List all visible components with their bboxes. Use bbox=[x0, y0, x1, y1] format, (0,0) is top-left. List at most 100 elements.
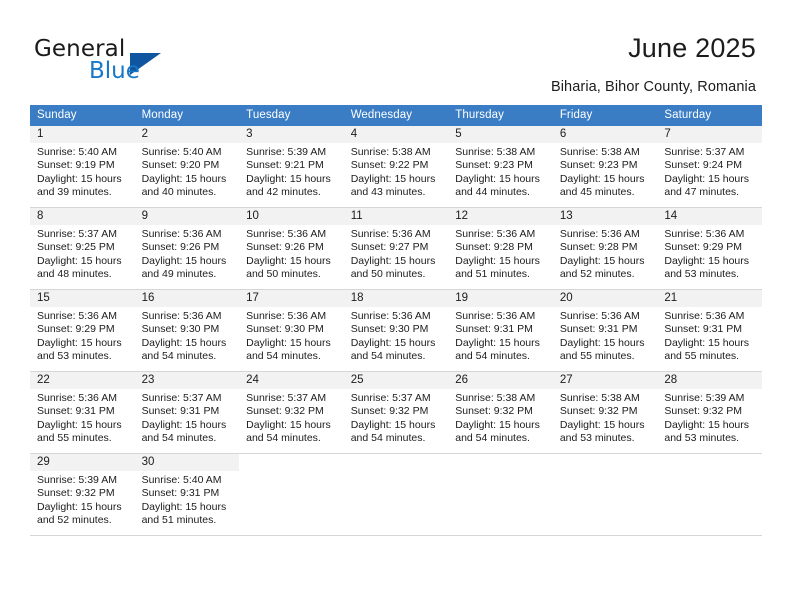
sunrise-text: Sunrise: 5:40 AM bbox=[37, 146, 117, 158]
calendar-day-cell[interactable]: 7 Sunrise: 5:37 AM Sunset: 9:24 PM Daylight… bbox=[657, 126, 762, 208]
day-cell-empty bbox=[657, 454, 762, 536]
sunset-text: Sunset: 9:30 PM bbox=[246, 323, 324, 336]
calendar-day-cell[interactable]: 10 Sunrise: 5:36 AM Sunset: 9:26 PM Dayligh… bbox=[239, 208, 344, 290]
day-number: 4 bbox=[343, 126, 449, 143]
day-number: 29 bbox=[30, 454, 135, 471]
day-details: Sunrise: 5:38 AM Sunset: 9:23 PM Daylight:… bbox=[553, 143, 658, 199]
daylight-text-line1: Daylight: 15 hours bbox=[350, 254, 436, 267]
calendar-day-cell[interactable]: 25 Sunrise: 5:37 AM Sunset: 9:32 PM Dayligh… bbox=[343, 372, 449, 454]
sunrise-text: Sunrise: 5:37 AM bbox=[664, 146, 745, 158]
day-details: Sunrise: 5:40 AM Sunset: 9:31 PM Daylight:… bbox=[135, 471, 240, 527]
calendar-day-cell[interactable]: 14 Sunrise: 5:36 AM Sunset: 9:29 PM Dayligh… bbox=[657, 208, 762, 290]
day-cell-content: 23 Sunrise: 5:37 AM Sunset: 9:31 PM Dayligh… bbox=[134, 372, 240, 454]
calendar-day-cell[interactable] bbox=[552, 454, 658, 536]
calendar-day-cell[interactable]: 21 Sunrise: 5:36 AM Sunset: 9:31 PM Dayligh… bbox=[657, 290, 762, 372]
day-cell-empty bbox=[343, 454, 449, 536]
calendar-day-cell[interactable]: 20 Sunrise: 5:36 AM Sunset: 9:31 PM Dayligh… bbox=[552, 290, 658, 372]
day-details: Sunrise: 5:38 AM Sunset: 9:23 PM Daylight:… bbox=[448, 143, 553, 199]
daylight-text-line2: and 54 minutes. bbox=[246, 431, 321, 444]
day-details: Sunrise: 5:37 AM Sunset: 9:32 PM Daylight:… bbox=[344, 389, 449, 445]
day-cell-content: 17 Sunrise: 5:36 AM Sunset: 9:30 PM Dayligh… bbox=[239, 290, 344, 372]
sunset-text: Sunset: 9:28 PM bbox=[455, 241, 533, 254]
calendar-day-cell[interactable]: 4 Sunrise: 5:38 AM Sunset: 9:22 PM Daylight… bbox=[343, 126, 449, 208]
calendar-day-cell[interactable]: 15 Sunrise: 5:36 AM Sunset: 9:29 PM Dayligh… bbox=[30, 290, 135, 372]
calendar-day-cell[interactable]: 11 Sunrise: 5:36 AM Sunset: 9:27 PM Dayligh… bbox=[343, 208, 449, 290]
day-details: Sunrise: 5:39 AM Sunset: 9:21 PM Daylight:… bbox=[239, 143, 344, 199]
weekday-header-tuesday: Tuesday bbox=[239, 105, 344, 126]
daylight-text-line1: Daylight: 15 hours bbox=[559, 172, 645, 185]
daylight-text-line1: Daylight: 15 hours bbox=[141, 418, 227, 431]
day-number: 30 bbox=[134, 454, 240, 471]
calendar-day-cell[interactable]: 9 Sunrise: 5:36 AM Sunset: 9:26 PM Daylight… bbox=[134, 208, 240, 290]
calendar-day-cell[interactable]: 18 Sunrise: 5:36 AM Sunset: 9:30 PM Dayligh… bbox=[343, 290, 449, 372]
day-details: Sunrise: 5:39 AM Sunset: 9:32 PM Daylight:… bbox=[30, 471, 135, 527]
generalblue-logo[interactable]: General Blue bbox=[34, 36, 214, 84]
calendar-week-row: 8 Sunrise: 5:37 AM Sunset: 9:25 PM Daylight… bbox=[30, 208, 762, 290]
day-cell-content: 30 Sunrise: 5:40 AM Sunset: 9:31 PM Dayligh… bbox=[134, 454, 240, 536]
calendar-day-cell[interactable]: 6 Sunrise: 5:38 AM Sunset: 9:23 PM Daylight… bbox=[552, 126, 658, 208]
calendar-day-cell[interactable]: 2 Sunrise: 5:40 AM Sunset: 9:20 PM Daylight… bbox=[134, 126, 240, 208]
day-details: Sunrise: 5:36 AM Sunset: 9:31 PM Daylight:… bbox=[30, 389, 135, 445]
sunset-text: Sunset: 9:29 PM bbox=[37, 323, 115, 336]
day-number: 6 bbox=[552, 126, 658, 143]
day-cell-content: 27 Sunrise: 5:38 AM Sunset: 9:32 PM Dayligh… bbox=[552, 372, 658, 454]
day-number: 2 bbox=[134, 126, 240, 143]
calendar-day-cell[interactable] bbox=[343, 454, 449, 536]
sunset-text: Sunset: 9:24 PM bbox=[664, 159, 743, 172]
daylight-text-line1: Daylight: 15 hours bbox=[559, 254, 645, 267]
calendar-day-cell[interactable]: 1 Sunrise: 5:40 AM Sunset: 9:19 PM Daylight… bbox=[30, 126, 135, 208]
calendar-day-cell[interactable]: 16 Sunrise: 5:36 AM Sunset: 9:30 PM Dayligh… bbox=[134, 290, 240, 372]
calendar-day-cell[interactable]: 28 Sunrise: 5:39 AM Sunset: 9:32 PM Dayligh… bbox=[657, 372, 762, 454]
daylight-text-line1: Daylight: 15 hours bbox=[455, 254, 540, 267]
calendar-day-cell[interactable] bbox=[657, 454, 762, 536]
daylight-text-line2: and 53 minutes. bbox=[664, 431, 740, 444]
daylight-text-line2: and 49 minutes. bbox=[141, 267, 217, 280]
calendar-day-cell[interactable]: 27 Sunrise: 5:38 AM Sunset: 9:32 PM Dayligh… bbox=[552, 372, 658, 454]
sunset-text: Sunset: 9:23 PM bbox=[455, 159, 533, 172]
calendar-day-cell[interactable]: 23 Sunrise: 5:37 AM Sunset: 9:31 PM Dayligh… bbox=[134, 372, 240, 454]
daylight-text-line1: Daylight: 15 hours bbox=[141, 500, 227, 513]
calendar-page: General Blue June 2025 Biharia, Bihor Co… bbox=[0, 0, 792, 612]
sunset-text: Sunset: 9:22 PM bbox=[350, 159, 429, 172]
sunrise-text: Sunrise: 5:38 AM bbox=[455, 146, 536, 158]
day-cell-content: 3 Sunrise: 5:39 AM Sunset: 9:21 PM Daylight… bbox=[239, 126, 344, 208]
sunrise-text: Sunrise: 5:36 AM bbox=[455, 228, 536, 240]
daylight-text-line1: Daylight: 15 hours bbox=[37, 254, 122, 267]
calendar-day-cell[interactable]: 24 Sunrise: 5:37 AM Sunset: 9:32 PM Dayligh… bbox=[239, 372, 344, 454]
day-cell-content: 19 Sunrise: 5:36 AM Sunset: 9:31 PM Dayligh… bbox=[448, 290, 553, 372]
sunrise-text: Sunrise: 5:36 AM bbox=[141, 228, 222, 240]
calendar-day-cell[interactable]: 29 Sunrise: 5:39 AM Sunset: 9:32 PM Dayligh… bbox=[30, 454, 135, 536]
day-details: Sunrise: 5:36 AM Sunset: 9:30 PM Daylight:… bbox=[239, 307, 344, 363]
day-details: Sunrise: 5:37 AM Sunset: 9:25 PM Daylight:… bbox=[30, 225, 135, 281]
calendar-day-cell[interactable]: 19 Sunrise: 5:36 AM Sunset: 9:31 PM Dayligh… bbox=[448, 290, 553, 372]
calendar-day-cell[interactable]: 8 Sunrise: 5:37 AM Sunset: 9:25 PM Daylight… bbox=[30, 208, 135, 290]
sunrise-text: Sunrise: 5:38 AM bbox=[559, 392, 640, 404]
sunrise-text: Sunrise: 5:36 AM bbox=[37, 392, 117, 404]
calendar-day-cell[interactable]: 5 Sunrise: 5:38 AM Sunset: 9:23 PM Daylight… bbox=[448, 126, 553, 208]
calendar-day-cell[interactable]: 3 Sunrise: 5:39 AM Sunset: 9:21 PM Daylight… bbox=[239, 126, 344, 208]
sunset-text: Sunset: 9:32 PM bbox=[455, 405, 533, 418]
sunrise-text: Sunrise: 5:36 AM bbox=[664, 310, 745, 322]
calendar-day-cell[interactable]: 22 Sunrise: 5:36 AM Sunset: 9:31 PM Dayligh… bbox=[30, 372, 135, 454]
daylight-text-line2: and 53 minutes. bbox=[559, 431, 635, 444]
day-number bbox=[344, 454, 449, 471]
day-number: 13 bbox=[552, 208, 658, 225]
day-cell-content: 15 Sunrise: 5:36 AM Sunset: 9:29 PM Dayligh… bbox=[30, 290, 135, 372]
calendar-day-cell[interactable]: 17 Sunrise: 5:36 AM Sunset: 9:30 PM Dayligh… bbox=[239, 290, 344, 372]
day-number: 10 bbox=[239, 208, 344, 225]
calendar-day-cell[interactable] bbox=[239, 454, 344, 536]
day-details: Sunrise: 5:36 AM Sunset: 9:28 PM Daylight:… bbox=[448, 225, 553, 281]
calendar-day-cell[interactable] bbox=[448, 454, 553, 536]
calendar-day-cell[interactable]: 13 Sunrise: 5:36 AM Sunset: 9:28 PM Dayligh… bbox=[552, 208, 658, 290]
daylight-text-line2: and 50 minutes. bbox=[246, 267, 321, 280]
day-cell-content: 1 Sunrise: 5:40 AM Sunset: 9:19 PM Daylight… bbox=[30, 126, 135, 208]
sunset-text: Sunset: 9:20 PM bbox=[141, 159, 220, 172]
sunset-text: Sunset: 9:25 PM bbox=[37, 241, 115, 254]
day-cell-content: 22 Sunrise: 5:36 AM Sunset: 9:31 PM Dayligh… bbox=[30, 372, 135, 454]
day-number: 12 bbox=[448, 208, 553, 225]
daylight-text-line1: Daylight: 15 hours bbox=[37, 500, 122, 513]
calendar-day-cell[interactable]: 12 Sunrise: 5:36 AM Sunset: 9:28 PM Dayligh… bbox=[448, 208, 553, 290]
page-subtitle-location: Biharia, Bihor County, Romania bbox=[550, 79, 756, 95]
calendar-day-cell[interactable]: 26 Sunrise: 5:38 AM Sunset: 9:32 PM Dayligh… bbox=[448, 372, 553, 454]
calendar-day-cell[interactable]: 30 Sunrise: 5:40 AM Sunset: 9:31 PM Dayligh… bbox=[134, 454, 240, 536]
